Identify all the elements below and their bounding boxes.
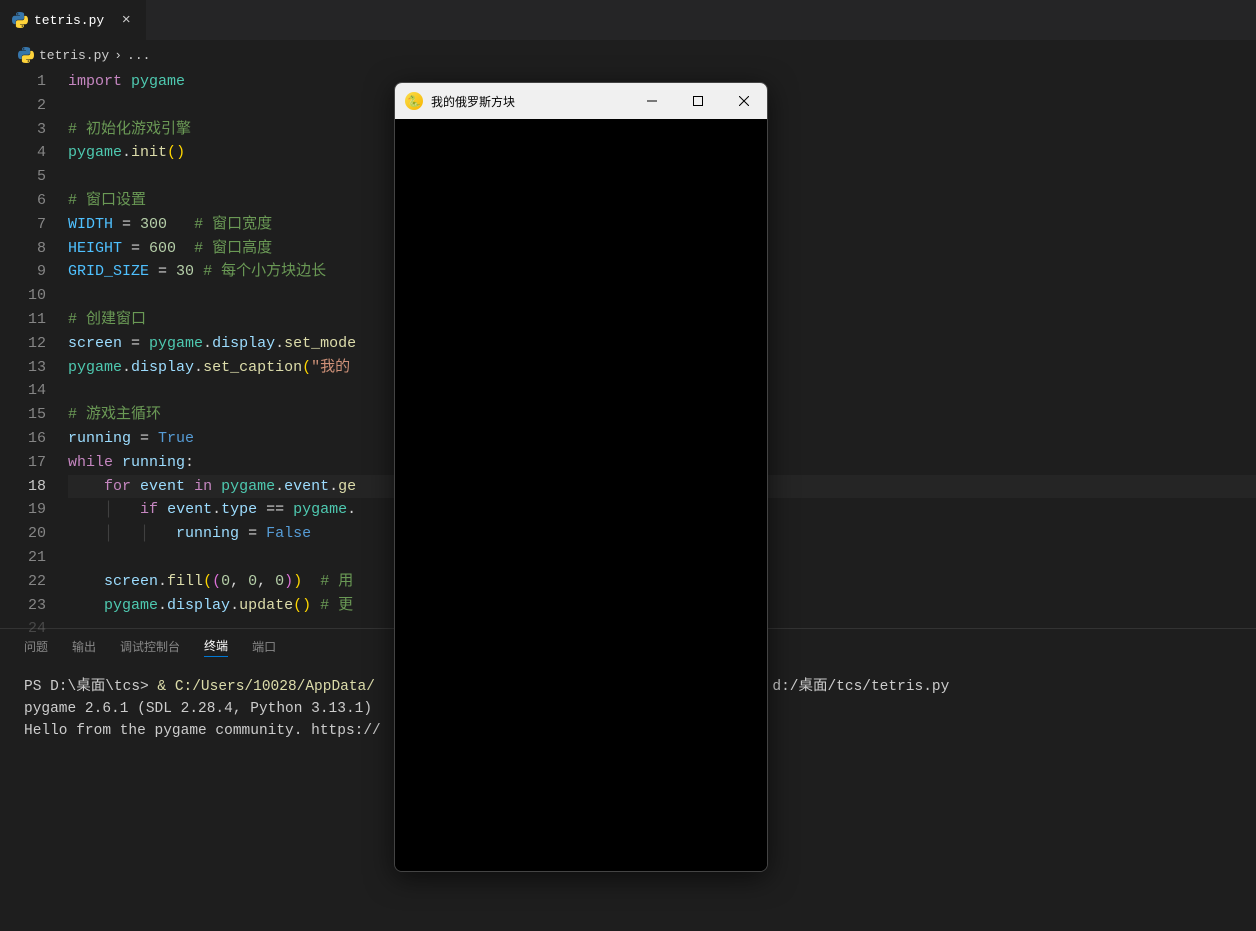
tab-terminal[interactable]: 终端: [204, 637, 228, 657]
close-button[interactable]: [721, 83, 767, 119]
breadcrumb-file: tetris.py: [39, 48, 109, 63]
terminal-line: pygame 2.6.1 (SDL 2.28.4, Python 3.13.1): [24, 701, 372, 717]
pygame-window[interactable]: 🐍 我的俄罗斯方块: [394, 82, 768, 872]
tab-ports[interactable]: 端口: [252, 638, 276, 655]
python-icon: [18, 47, 34, 63]
tab-output[interactable]: 输出: [72, 638, 96, 655]
tab-bar: tetris.py ×: [0, 0, 1256, 40]
tab-tetris[interactable]: tetris.py ×: [0, 0, 147, 40]
terminal-arg: e d:/桌面/tcs/tetris.py: [755, 679, 949, 695]
terminal-prompt: PS D:\桌面\tcs>: [24, 679, 157, 695]
tab-label: tetris.py: [34, 13, 104, 28]
terminal-line: Hello from the pygame community. https:/…: [24, 723, 381, 739]
breadcrumb-sep: ›: [114, 48, 122, 63]
pygame-title: 我的俄罗斯方块: [431, 93, 515, 110]
pygame-icon: 🐍: [405, 92, 423, 110]
maximize-button[interactable]: [675, 83, 721, 119]
breadcrumb-rest: ...: [127, 48, 150, 63]
terminal-cmd: & C:/Users/10028/AppData/: [157, 679, 375, 695]
line-gutter: 123456789101112131415161718192021222324: [0, 70, 68, 628]
tab-debug-console[interactable]: 调试控制台: [120, 638, 180, 655]
minimize-button[interactable]: [629, 83, 675, 119]
python-icon: [12, 12, 28, 28]
breadcrumb[interactable]: tetris.py › ...: [0, 40, 1256, 70]
pygame-titlebar[interactable]: 🐍 我的俄罗斯方块: [395, 83, 767, 119]
window-controls: [629, 83, 767, 119]
pygame-canvas: [395, 119, 767, 871]
close-icon[interactable]: ×: [118, 12, 134, 28]
